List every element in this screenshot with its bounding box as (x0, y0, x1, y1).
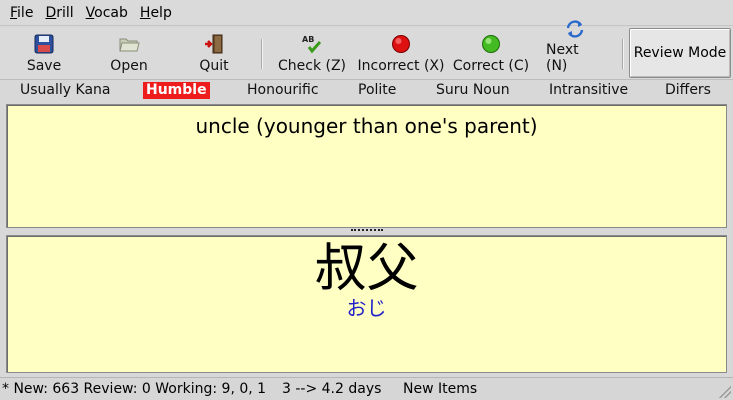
correct-label: Correct (C) (452, 58, 530, 74)
incorrect-label: Incorrect (X) (357, 58, 445, 74)
next-button[interactable]: Next (N) (546, 20, 604, 78)
quit-label: Quit (199, 58, 229, 74)
save-button[interactable]: Save (24, 30, 64, 78)
menu-vocab[interactable]: Vocab (80, 0, 134, 26)
status-counts: * New: 663 Review: 0 Working: 9, 0, 1 (2, 381, 267, 397)
tag-usually-kana: Usually Kana (20, 82, 111, 98)
menu-help[interactable]: Help (134, 0, 178, 26)
check-button[interactable]: AB Check (Z) (275, 30, 349, 78)
spellcheck-icon: AB (301, 33, 323, 55)
floppy-disk-icon (33, 33, 55, 55)
status-interval: 3 --> 4.2 days (282, 381, 382, 397)
status-mode: New Items (403, 381, 478, 397)
tag-honourific: Honourific (247, 82, 319, 98)
open-button[interactable]: Open (106, 30, 152, 78)
quit-button[interactable]: Quit (196, 30, 232, 78)
review-mode-button[interactable]: Review Mode (629, 28, 731, 78)
toolbar-separator (261, 39, 263, 69)
green-circle-icon (480, 33, 502, 55)
meaning-text: uncle (younger than one's parent) (195, 114, 538, 138)
exit-door-icon (203, 33, 225, 55)
tag-differs: Differs (665, 82, 711, 98)
check-label: Check (Z) (277, 58, 347, 74)
answer-pane: 叔父 おじ (6, 235, 727, 373)
pane-splitter-handle[interactable] (351, 229, 383, 233)
folder-icon (118, 33, 140, 55)
toolbar-separator (622, 39, 624, 69)
red-circle-icon (390, 33, 412, 55)
next-label: Next (N) (546, 42, 579, 74)
kana-reading: おじ (346, 296, 387, 320)
tag-bar: Usually Kana Humble Honourific Polite Su… (0, 81, 733, 101)
tag-polite: Polite (358, 82, 397, 98)
menu-bar: File Drill Vocab Help (0, 0, 733, 26)
correct-button[interactable]: Correct (C) (452, 30, 530, 78)
menu-file[interactable]: File (4, 0, 39, 26)
tag-suru-noun: Suru Noun (436, 82, 510, 98)
open-label: Open (110, 58, 148, 74)
window-resize-grip[interactable] (719, 386, 731, 398)
status-bar: * New: 663 Review: 0 Working: 9, 0, 1 3 … (0, 377, 733, 400)
kanji-text: 叔父 (314, 239, 419, 299)
tag-humble: Humble (143, 82, 210, 99)
save-label: Save (26, 58, 62, 74)
incorrect-button[interactable]: Incorrect (X) (357, 30, 445, 78)
tag-intransitive: Intransitive (549, 82, 629, 98)
toolbar: Save Open Quit AB Check (Z) Incorrect (X… (0, 20, 733, 80)
refresh-arrows-icon (564, 19, 586, 39)
svg-text:AB: AB (302, 35, 314, 44)
menu-drill[interactable]: Drill (39, 0, 79, 26)
question-pane: uncle (younger than one's parent) (6, 104, 727, 228)
